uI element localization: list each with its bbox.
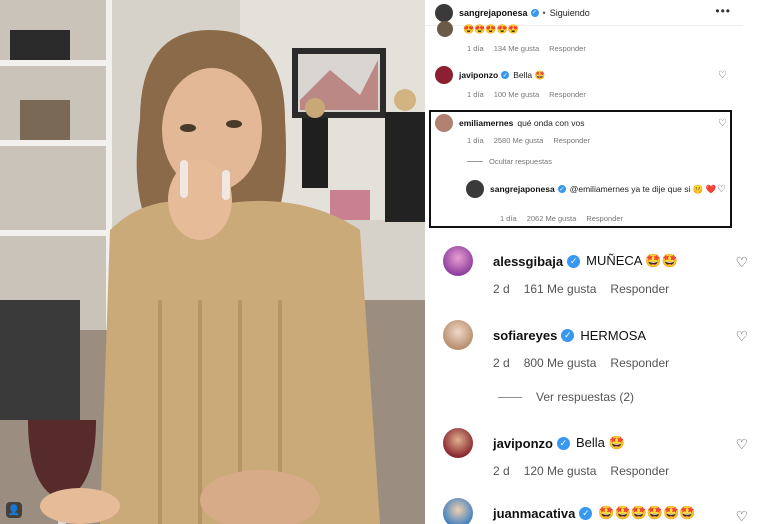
verified-icon: ✓ xyxy=(501,71,510,79)
avatar[interactable] xyxy=(443,428,473,458)
view-replies-button[interactable]: Ver respuestas (2) xyxy=(498,390,634,404)
more-icon[interactable]: ••• xyxy=(715,4,731,18)
verified-icon: ✓ xyxy=(567,254,581,268)
reply-button[interactable]: Responder xyxy=(610,464,669,478)
author-avatar[interactable] xyxy=(435,3,453,22)
comment-meta: 2 d 800 Me gusta Responder xyxy=(493,356,683,370)
comment-text: 🤩🤩🤩🤩🤩🤩 xyxy=(598,505,696,520)
verified-icon: ✓ xyxy=(556,436,570,450)
comment-time: 2 d xyxy=(493,464,510,478)
like-heart-icon[interactable]: ♡ xyxy=(735,328,748,345)
reply-button[interactable]: Responder xyxy=(549,90,586,99)
post-photo: 👤 xyxy=(0,0,425,524)
like-heart-icon[interactable]: ♡ xyxy=(735,254,748,271)
highlight-rectangle xyxy=(429,110,732,228)
comment-item: juanmacativa ✓ 🤩🤩🤩🤩🤩🤩 ♡ xyxy=(443,498,768,524)
reply-button[interactable]: Responder xyxy=(610,356,669,370)
verified-icon: ✓ xyxy=(530,8,539,17)
comment-username[interactable]: javiponzo xyxy=(459,70,498,80)
comment-text: 😍😍😍😍😍 xyxy=(463,23,520,34)
comment-likes[interactable]: 134 Me gusta xyxy=(494,44,539,53)
comment-likes[interactable]: 100 Me gusta xyxy=(494,90,539,99)
reply-button[interactable]: Responder xyxy=(549,44,586,53)
photo-illustration xyxy=(0,0,425,524)
like-heart-icon[interactable]: ♡ xyxy=(718,70,727,81)
comment-text: MUÑECA 🤩🤩 xyxy=(586,253,678,268)
comment-likes[interactable]: 161 Me gusta xyxy=(524,282,597,296)
comment-username[interactable]: juanmacativa xyxy=(493,506,575,521)
view-replies-label: Ver respuestas (2) xyxy=(536,390,635,404)
header-separator: • xyxy=(542,7,546,18)
comment-likes[interactable]: 800 Me gusta xyxy=(524,356,597,370)
avatar[interactable] xyxy=(437,21,453,37)
divider xyxy=(498,396,522,398)
comment-meta: 1 día 134 Me gusta Responder xyxy=(467,44,596,53)
comment-item: 😍😍😍😍😍 1 día 134 Me gusta Responder xyxy=(425,21,743,53)
comment-time: 2 d xyxy=(493,282,510,296)
verified-icon: ✓ xyxy=(561,328,575,342)
like-heart-icon[interactable]: ♡ xyxy=(735,436,748,453)
avatar[interactable] xyxy=(443,320,473,350)
comment-username[interactable]: alessgibaja xyxy=(493,254,563,269)
following-button[interactable]: Siguiendo xyxy=(550,8,590,18)
author-username[interactable]: sangrejaponesa xyxy=(459,8,528,18)
avatar[interactable] xyxy=(435,66,453,84)
avatar[interactable] xyxy=(443,498,473,524)
comment-meta: 1 día 100 Me gusta Responder xyxy=(467,90,596,99)
comment-meta: 2 d 161 Me gusta Responder xyxy=(493,282,683,296)
comment-likes[interactable]: 120 Me gusta xyxy=(524,464,597,478)
comment-item: javiponzo ✓ Bella 🤩 2 d 120 Me gusta Respo… xyxy=(443,426,768,478)
comment-username[interactable]: javiponzo xyxy=(493,436,553,451)
comment-time: 1 día xyxy=(467,90,484,99)
avatar[interactable] xyxy=(443,246,473,276)
comment-time: 2 d xyxy=(493,356,510,370)
comment-item: alessgibaja ✓ MUÑECA 🤩🤩 2 d 161 Me gusta R… xyxy=(443,244,768,296)
comment-text: HERMOSA xyxy=(580,327,647,343)
comment-text: Bella 🤩 xyxy=(575,435,625,450)
comment-text: Bella 🤩 xyxy=(513,69,546,80)
like-heart-icon[interactable]: ♡ xyxy=(735,508,748,524)
comment-meta: 2 d 120 Me gusta Responder xyxy=(493,464,683,478)
user-tag-icon[interactable]: 👤 xyxy=(6,502,22,518)
comment-item: sofiareyes ✓ HERMOSA 2 d 800 Me gusta Resp… xyxy=(443,318,768,370)
comment-time: 1 día xyxy=(467,44,484,53)
verified-icon: ✓ xyxy=(579,506,593,520)
comment-username[interactable]: sofiareyes xyxy=(493,328,557,343)
comment-item: javiponzo ✓ Bella 🤩 1 día 100 Me gusta Res… xyxy=(425,66,743,99)
reply-button[interactable]: Responder xyxy=(610,282,669,296)
